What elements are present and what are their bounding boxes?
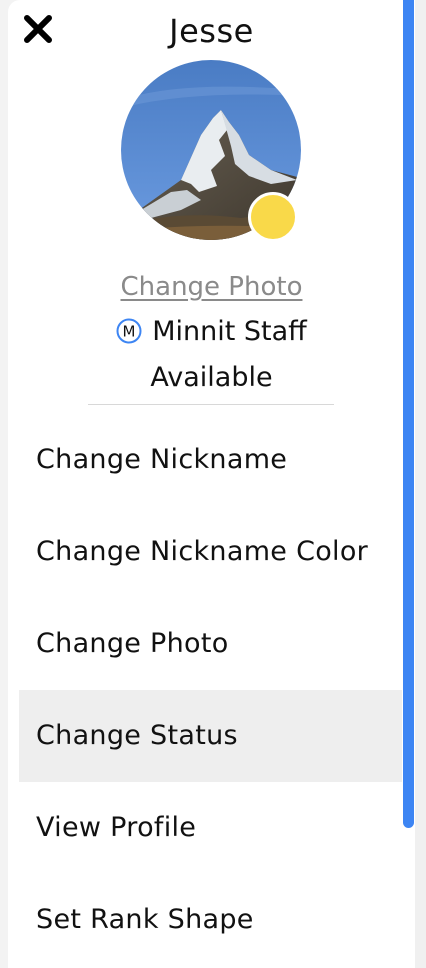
menu-item-change-photo[interactable]: Change Photo [19,598,402,690]
staff-label: Minnit Staff [152,316,307,347]
menu-item-change-nickname-color[interactable]: Change Nickname Color [19,506,402,598]
menu-item-view-profile[interactable]: View Profile [19,782,402,874]
user-options-menu: Change Nickname Change Nickname Color Ch… [19,414,402,966]
scrollbar-thumb[interactable] [403,0,414,828]
status-indicator-dot [248,192,298,242]
avatar-container[interactable] [121,60,303,242]
staff-badge-letter: M [123,322,136,340]
divider [88,404,334,405]
user-status-text: Available [150,362,273,393]
minnit-staff-badge-icon: M [116,318,142,343]
menu-item-change-status[interactable]: Change Status [19,690,402,782]
user-options-panel: Jesse Change Photo M Minnit Staff Availa… [8,0,415,968]
menu-item-change-nickname[interactable]: Change Nickname [19,414,402,506]
change-photo-link[interactable]: Change Photo [8,272,415,302]
staff-row: M Minnit Staff [8,316,415,347]
window-edge [415,0,426,968]
user-name-title: Jesse [169,12,254,50]
menu-item-set-rank-shape[interactable]: Set Rank Shape [19,874,402,966]
